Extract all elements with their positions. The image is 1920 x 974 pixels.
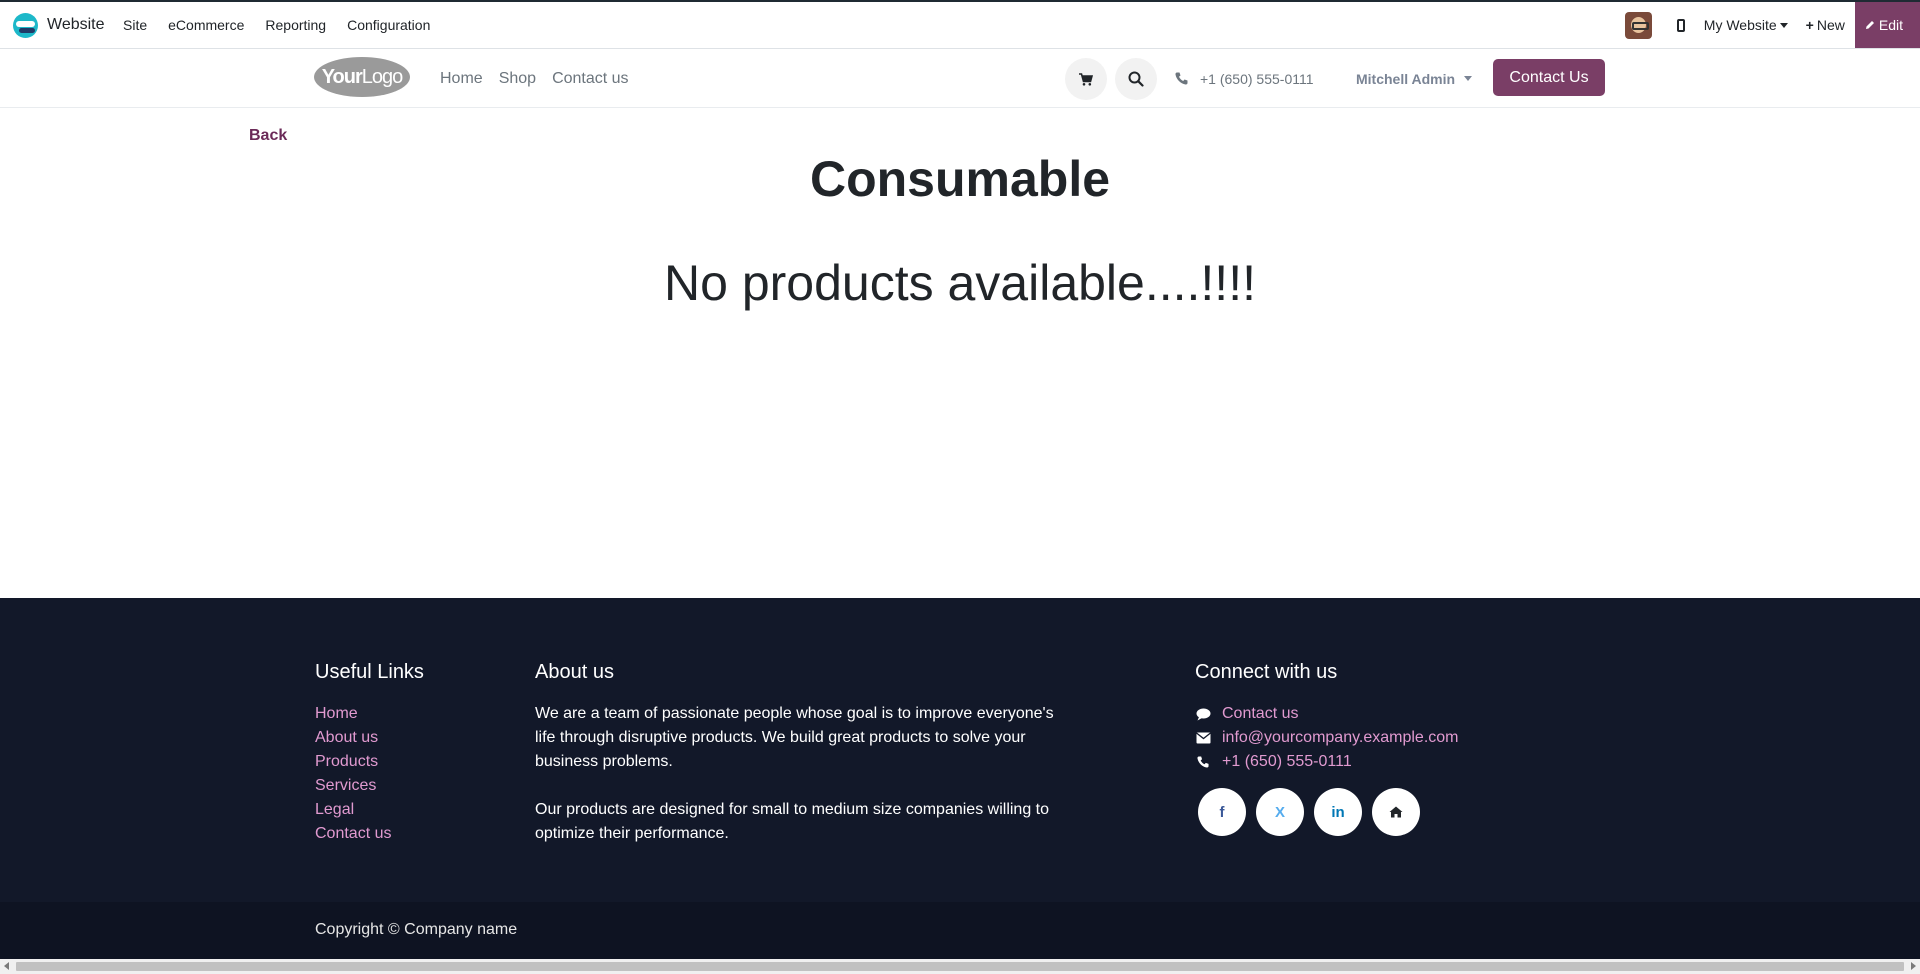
scroll-right-icon[interactable]: [1911, 962, 1916, 970]
nav-contact-us[interactable]: Contact us: [544, 70, 636, 88]
edit-button[interactable]: Edit: [1854, 2, 1920, 48]
facebook-icon[interactable]: f: [1198, 788, 1246, 836]
horizontal-scrollbar[interactable]: [0, 959, 1920, 974]
connect-title: Connect with us: [1195, 661, 1338, 683]
contact-us-button[interactable]: Contact Us: [1493, 59, 1605, 96]
empty-products-message: No products available....!!!!: [664, 255, 1256, 311]
linkedin-icon[interactable]: in: [1314, 788, 1362, 836]
comment-icon: [1195, 708, 1211, 721]
new-button[interactable]: + New: [1806, 17, 1845, 33]
connect-email-link: info@yourcompany.example.com: [1222, 729, 1459, 746]
user-name: Mitchell Admin: [1356, 70, 1456, 87]
footer-link-about-us[interactable]: About us: [315, 726, 424, 750]
footer-link-products[interactable]: Products: [315, 750, 424, 774]
footer-useful-links: Useful Links Home About us Products Serv…: [315, 661, 424, 846]
admin-navbar: Website Site eCommerce Reporting Configu…: [0, 0, 1920, 49]
user-menu[interactable]: Mitchell Admin: [1356, 49, 1473, 108]
footer-link-home[interactable]: Home: [315, 702, 424, 726]
about-title: About us: [535, 661, 614, 683]
phone-icon: [1175, 72, 1188, 85]
cart-icon: [1079, 72, 1093, 86]
social-links: f X in: [1198, 788, 1459, 836]
back-link[interactable]: Back: [249, 127, 287, 145]
edit-button-label: Edit: [1878, 17, 1903, 33]
footer-about: About us We are a team of passionate peo…: [535, 661, 1070, 870]
website-selector[interactable]: My Website: [1704, 17, 1788, 33]
footer-link-services[interactable]: Services: [315, 774, 424, 798]
phone-icon: [1195, 756, 1211, 768]
header-phone[interactable]: +1 (650) 555-0111: [1175, 49, 1314, 108]
connect-email-row[interactable]: info@yourcompany.example.com: [1195, 726, 1459, 750]
search-button[interactable]: [1115, 58, 1157, 100]
avatar[interactable]: [1624, 11, 1652, 39]
site-header: Your Logo Home Shop Contact us +1 (650) 5…: [0, 49, 1920, 108]
site-nav: Home Shop Contact us: [432, 49, 637, 108]
connect-phone-row[interactable]: +1 (650) 555-0111: [1195, 750, 1459, 774]
plus-icon: +: [1805, 17, 1814, 33]
connect-contact-row[interactable]: Contact us: [1195, 702, 1459, 726]
x-icon[interactable]: X: [1256, 788, 1304, 836]
connect-phone-link: +1 (650) 555-0111: [1222, 753, 1352, 770]
website-logo-icon: [13, 12, 38, 38]
nav-home[interactable]: Home: [432, 70, 491, 88]
cart-button[interactable]: [1065, 58, 1107, 100]
menu-reporting[interactable]: Reporting: [255, 2, 337, 48]
logo-text-bold: Your: [321, 65, 363, 88]
about-paragraph-1: We are a team of passionate people whose…: [535, 705, 1054, 770]
home-icon[interactable]: [1372, 788, 1420, 836]
caret-down-icon: [1779, 22, 1788, 28]
scroll-left-icon[interactable]: [4, 962, 9, 970]
footer-link-legal[interactable]: Legal: [315, 798, 424, 822]
search-icon: [1128, 71, 1144, 87]
admin-actions: My Website + New Edit: [1624, 2, 1920, 48]
footer-connect: Connect with us Contact us info@yourcomp…: [1195, 661, 1459, 836]
page-title: Consumable: [809, 151, 1111, 207]
scrollbar-thumb[interactable]: [16, 962, 1904, 971]
admin-menu: Site eCommerce Reporting Configuration: [113, 2, 441, 48]
logo-text-light: Logo: [361, 65, 403, 88]
app-brand[interactable]: Website: [13, 2, 105, 48]
menu-configuration[interactable]: Configuration: [337, 2, 441, 48]
envelope-icon: [1195, 732, 1211, 744]
connect-contact-link: Contact us: [1222, 705, 1299, 722]
device-icon[interactable]: [1676, 18, 1685, 32]
site-footer: Useful Links Home About us Products Serv…: [0, 598, 1920, 902]
copyright-bar: Copyright © Company name: [0, 902, 1920, 959]
new-button-label: New: [1816, 17, 1845, 33]
website-selector-label: My Website: [1703, 17, 1777, 33]
caret-down-icon: [1464, 76, 1473, 81]
useful-links-title: Useful Links: [315, 661, 424, 683]
menu-ecommerce[interactable]: eCommerce: [158, 2, 255, 48]
site-logo[interactable]: Your Logo: [314, 57, 410, 97]
copyright-text: Copyright © Company name: [315, 921, 518, 938]
footer-link-contact-us[interactable]: Contact us: [315, 822, 424, 846]
nav-shop[interactable]: Shop: [491, 70, 544, 88]
about-paragraph-2: Our products are designed for small to m…: [535, 801, 1050, 842]
header-phone-number: +1 (650) 555-0111: [1200, 70, 1314, 87]
menu-site[interactable]: Site: [113, 2, 158, 48]
app-name: Website: [47, 16, 105, 33]
pencil-icon: [1865, 21, 1874, 29]
